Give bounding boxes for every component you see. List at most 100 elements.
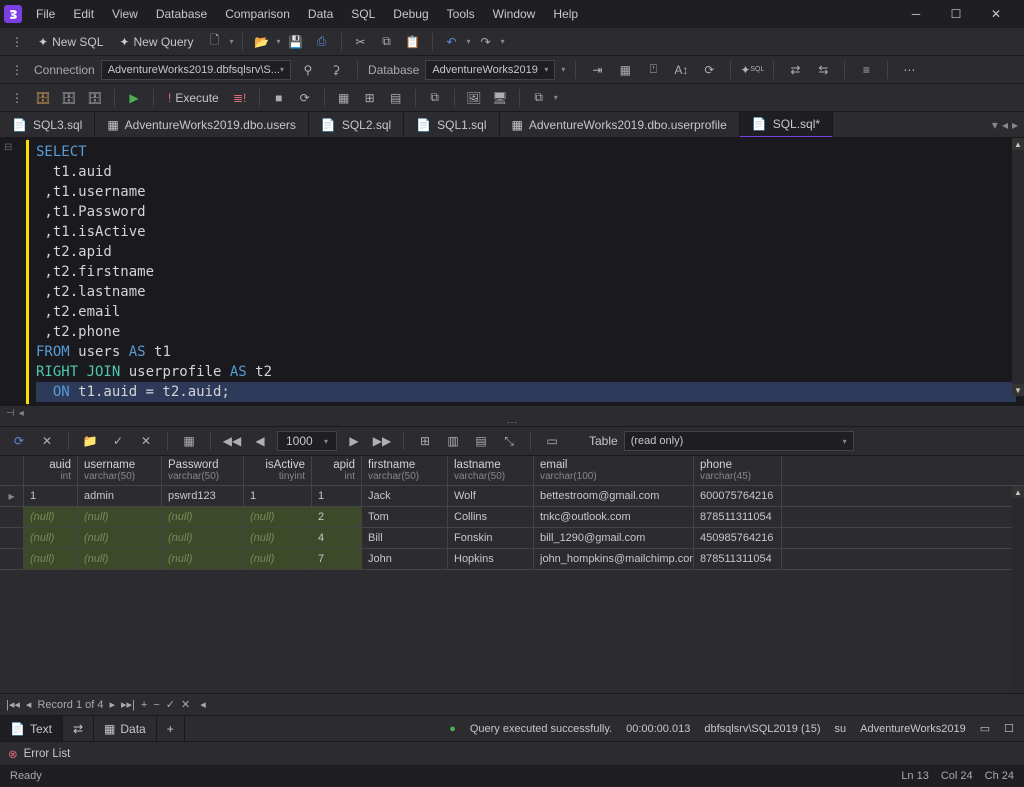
table-cell[interactable]: 600075764216 [694, 486, 782, 506]
save-all-button[interactable]: ⎙ [311, 31, 333, 53]
nav-grid-icon[interactable]: ▦ [178, 430, 200, 452]
menu-debug[interactable]: Debug [385, 4, 436, 24]
sql-editor[interactable]: ⊟ SELECT t1.auid ,t1.username ,t1.Passwo… [0, 138, 1024, 406]
menu-sql[interactable]: SQL [343, 4, 383, 24]
table-cell[interactable]: (null) [244, 528, 312, 548]
layout-icon[interactable]: ▭ [541, 430, 563, 452]
redo-button[interactable]: ↷ [475, 31, 497, 53]
case-button[interactable]: A↕ [670, 59, 692, 81]
conn-icon[interactable]: ⋮ [6, 59, 28, 81]
row-indicator[interactable]: ▸ [0, 486, 24, 507]
table-cell[interactable]: Bill [362, 528, 448, 548]
misc-icon[interactable]: ⇄ [784, 59, 806, 81]
scroll-up-icon[interactable]: ▲ [1012, 138, 1024, 150]
apply-icon[interactable]: ✓ [107, 430, 129, 452]
table-cell[interactable]: (null) [78, 549, 162, 569]
table-mode-select[interactable]: (read only)▾ [624, 431, 854, 451]
copy-button[interactable]: ⧉ [376, 31, 398, 53]
nav-prev-icon[interactable]: ◂ [26, 698, 32, 711]
column-header[interactable]: phonevarchar(45) [694, 456, 782, 485]
new-sql-button[interactable]: ✦ New SQL [32, 31, 109, 53]
misc-icon[interactable]: ⋯ [898, 59, 920, 81]
layout-icon[interactable]: ☐ [1004, 722, 1014, 735]
run-button[interactable]: ▶ [123, 87, 145, 109]
row-indicator[interactable] [0, 507, 24, 528]
scroll-left-icon[interactable]: ⊣ [6, 408, 15, 419]
table-cell[interactable]: Tom [362, 507, 448, 527]
table-cell[interactable]: admin [78, 486, 162, 506]
nav-first-icon[interactable]: |◂◂ [6, 698, 20, 711]
db-refresh-icon[interactable]: 🗄 [58, 87, 80, 109]
column-header[interactable]: firstnamevarchar(50) [362, 456, 448, 485]
table-cell[interactable]: tnkc@outlook.com [534, 507, 694, 527]
format-icon[interactable]: ⍞ [642, 59, 664, 81]
execute-list-icon[interactable]: ≣! [229, 87, 251, 109]
table-cell[interactable]: (null) [162, 507, 244, 527]
dropdown-icon[interactable]: ▾ [501, 37, 505, 46]
db-icon[interactable]: 🗄 [32, 87, 54, 109]
table-cell[interactable]: (null) [24, 528, 78, 548]
refresh-grid-icon[interactable]: ⟳ [8, 430, 30, 452]
table-cell[interactable]: (null) [78, 528, 162, 548]
table-cell[interactable]: (null) [162, 528, 244, 548]
save-button[interactable]: 💾 [285, 31, 307, 53]
menu-help[interactable]: Help [545, 4, 586, 24]
column-header[interactable]: isActivetinyint [244, 456, 312, 485]
table-cell[interactable]: 1 [312, 486, 362, 506]
menu-comparison[interactable]: Comparison [217, 4, 298, 24]
table-cell[interactable]: (null) [244, 549, 312, 569]
dropdown-icon[interactable]: ▾ [230, 37, 234, 46]
grid-icon[interactable]: ▦ [333, 87, 355, 109]
nav-add-icon[interactable]: + [141, 699, 147, 711]
nav-apply-icon[interactable]: ✓ [166, 698, 175, 711]
table-cell[interactable]: (null) [24, 507, 78, 527]
column-header[interactable]: emailvarchar(100) [534, 456, 694, 485]
menu-tools[interactable]: Tools [439, 4, 483, 24]
grid-body[interactable]: ▸1adminpswrd12311JackWolfbettestroom@gma… [0, 486, 1024, 693]
dropdown-icon[interactable]: ▾ [561, 65, 565, 74]
table-cell[interactable]: (null) [78, 507, 162, 527]
minimize-button[interactable]: ─ [900, 2, 932, 26]
indent-icon[interactable]: ⇥ [586, 59, 608, 81]
refresh-button[interactable]: ⟳ [698, 59, 720, 81]
dropdown-icon[interactable]: ▾ [554, 93, 558, 102]
table-cell[interactable]: (null) [244, 507, 312, 527]
document-tab[interactable]: 📄SQL2.sql [309, 112, 404, 138]
table-cell[interactable]: 1 [244, 486, 312, 506]
table-cell[interactable]: 4 [312, 528, 362, 548]
table-cell[interactable]: 2 [312, 507, 362, 527]
nav-discard-icon[interactable]: ✕ [181, 698, 190, 711]
table-cell[interactable]: John [362, 549, 448, 569]
row-indicator[interactable] [0, 549, 24, 570]
stop-button[interactable]: ■ [268, 87, 290, 109]
connection-select[interactable]: AdventureWorks2019.dbfsqlsrv\S...▾ [101, 60, 291, 80]
table-cell[interactable]: Wolf [448, 486, 534, 506]
discard-icon[interactable]: ✕ [135, 430, 157, 452]
table-cell[interactable]: 7 [312, 549, 362, 569]
view-grid-icon[interactable]: ⊞ [414, 430, 436, 452]
new-query-button[interactable]: ✦ New Query [113, 31, 199, 53]
column-header[interactable]: lastnamevarchar(50) [448, 456, 534, 485]
undo-button[interactable]: ↶ [441, 31, 463, 53]
misc-icon[interactable]: ⇆ [812, 59, 834, 81]
code-area[interactable]: SELECT t1.auid ,t1.username ,t1.Password… [28, 138, 1024, 406]
column-header[interactable]: apidint [312, 456, 362, 485]
scroll-left-icon[interactable]: ◂ [19, 408, 24, 419]
refresh-exec-icon[interactable]: ⟳ [294, 87, 316, 109]
paste-button[interactable]: 📋 [402, 31, 424, 53]
misc-icon[interactable]: ≡ [855, 59, 877, 81]
maximize-button[interactable]: ☐ [940, 2, 972, 26]
first-page-icon[interactable]: ◀◀ [221, 430, 243, 452]
scroll-up-icon[interactable]: ▲ [1012, 486, 1024, 498]
menu-edit[interactable]: Edit [65, 4, 102, 24]
table-cell[interactable]: Fonskin [448, 528, 534, 548]
document-tab[interactable]: 📄SQL.sql* [740, 112, 833, 138]
table-row[interactable]: (null)(null)(null)(null)7JohnHopkinsjohn… [24, 549, 1024, 570]
vertical-scrollbar[interactable]: ▲ ▼ [1012, 138, 1024, 396]
table-cell[interactable]: (null) [162, 549, 244, 569]
table-row[interactable]: (null)(null)(null)(null)4BillFonskinbill… [24, 528, 1024, 549]
page-size-input[interactable]: 1000▾ [277, 431, 337, 451]
tab-data[interactable]: ▦ Data [94, 716, 157, 742]
database-select[interactable]: AdventureWorks2019▾ [425, 60, 555, 80]
table-cell[interactable]: Hopkins [448, 549, 534, 569]
